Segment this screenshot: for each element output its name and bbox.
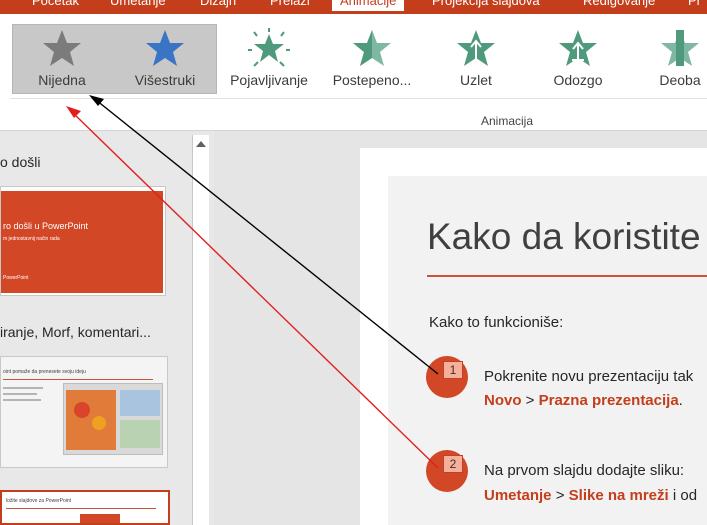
star-fade-icon — [353, 30, 391, 66]
star-multiple-icon — [146, 30, 184, 66]
star-appear-icon — [248, 28, 290, 67]
tab-design[interactable]: Dizajn — [200, 0, 236, 11]
slide-intro-text[interactable]: Kako to funkcioniše: — [429, 314, 563, 331]
slide-thumbnail-1-banner: ro došli u PowerPoint m jednostavnij nač… — [1, 191, 163, 293]
tab-insert[interactable]: Umetanje — [110, 0, 166, 11]
animation-fade-button[interactable]: Postepeno... — [323, 24, 421, 94]
ribbon-panel: Nijedna Višestruki Pojavljivanje Postepe… — [0, 14, 707, 131]
step-2-path[interactable]: Umetanje > Slike na mreži i od — [484, 487, 697, 504]
slide-thumbnail-2-photo-detail — [92, 416, 106, 430]
animation-float-in-label: Odozgo — [553, 72, 603, 88]
slide-thumbnail-2-text-line — [3, 399, 41, 401]
animation-fly-in-label: Uzlet — [460, 72, 492, 88]
slide-heading-rule — [427, 275, 707, 277]
slide-thumbnail-2-text-line — [3, 387, 43, 389]
animation-multiple-label: Višestruki — [134, 72, 196, 88]
tab-view[interactable]: Pr — [688, 0, 701, 11]
slide-thumbnail-1-footer: PowerPoint — [3, 275, 29, 281]
step-1-separator: > — [521, 392, 539, 409]
animation-multiple-button[interactable]: Višestruki — [115, 24, 215, 94]
step-2-separator: > — [551, 487, 569, 504]
slide-thumbnail-1-title: ro došli u PowerPoint — [3, 221, 89, 231]
animation-appear-button[interactable]: Pojavljivanje — [217, 24, 321, 94]
scroll-up-arrow-icon[interactable] — [196, 141, 206, 147]
tab-transitions[interactable]: Prelazi — [270, 0, 310, 11]
slide-thumbnail-3-rule — [6, 508, 156, 509]
tab-review[interactable]: Redigovanje — [583, 0, 655, 11]
animation-gallery: Nijedna Višestruki Pojavljivanje Postepe… — [10, 24, 707, 96]
step-2-link-insert[interactable]: Umetanje — [484, 487, 552, 504]
step-2-text[interactable]: Na prvom slajdu dodajte sliku: — [484, 462, 684, 479]
star-split-icon — [661, 30, 699, 66]
section-title-features[interactable]: iranje, Morf, komentari... — [0, 324, 151, 340]
slide-thumbnail-2-title: oint pomaže da prenesete svoju ideju — [3, 369, 86, 375]
step-1-text[interactable]: Pokrenite novu prezentaciju tak — [484, 368, 693, 385]
slide-thumbnail-3-title: ložite slajdove za PowerPoint — [6, 498, 72, 504]
gallery-divider — [10, 98, 707, 99]
slide-thumbnail-3[interactable]: ložite slajdove za PowerPoint — [0, 490, 170, 525]
slide-thumbnail-1[interactable]: ro došli u PowerPoint m jednostavnij nač… — [0, 186, 166, 296]
slide-thumbnail-2-rule — [3, 379, 153, 380]
animation-split-button[interactable]: Deoba — [634, 24, 707, 94]
tab-slide-show[interactable]: Projekcija slajdova — [432, 0, 540, 11]
step-1-link-new[interactable]: Novo — [484, 392, 522, 409]
slide-thumbnail-2[interactable]: oint pomaže da prenesete svoju ideju — [0, 356, 168, 468]
slide-thumbnail-2-screenshot — [63, 383, 163, 455]
slide-thumbnail-2-photo-detail — [74, 402, 90, 418]
tab-home[interactable]: Početak — [32, 0, 79, 11]
animation-none-button[interactable]: Nijedna — [12, 24, 112, 94]
step-1-end: . — [678, 392, 683, 409]
ribbon-tab-strip: Početak Umetanje Dizajn Prelazi Animacij… — [0, 0, 707, 14]
slide-thumbnail-2-panel — [120, 420, 160, 448]
tab-animations[interactable]: Animacije — [332, 0, 405, 11]
slide-thumbnail-1-subtitle: m jednostavnij način rada — [3, 236, 60, 242]
step-1-badge: 1 — [443, 361, 463, 379]
step-2-link-online-pictures[interactable]: Slike na mreži — [569, 487, 669, 504]
section-title-welcome[interactable]: o došli — [0, 154, 40, 170]
animation-none-label: Nijedna — [38, 72, 86, 88]
star-none-icon — [43, 30, 81, 66]
slide-heading[interactable]: Kako da koristite o — [427, 216, 707, 258]
animation-float-in-button[interactable]: Odozgo — [530, 24, 626, 94]
step-1-link-blank-presentation[interactable]: Prazna prezentacija — [539, 392, 679, 409]
slides-pane-scrollbar[interactable] — [192, 135, 209, 525]
step-1-path[interactable]: Novo > Prazna prezentacija. — [484, 392, 683, 409]
slide-thumbnail-2-text-line — [3, 393, 37, 395]
step-2-end: i od — [668, 487, 698, 504]
star-float-in-icon — [559, 30, 597, 66]
animation-fly-in-button[interactable]: Uzlet — [428, 24, 524, 94]
star-fly-in-icon — [457, 30, 495, 66]
animation-appear-label: Pojavljivanje — [230, 72, 308, 88]
step-2-badge: 2 — [443, 455, 463, 473]
slide-thumbnail-2-photo — [66, 390, 116, 450]
slide-thumbnail-3-photo — [80, 514, 120, 523]
animation-group-label: Animacija — [481, 114, 534, 128]
animation-split-label: Deoba — [659, 72, 701, 88]
animation-fade-label: Postepeno... — [332, 72, 412, 88]
slide-thumbnail-2-panel — [120, 390, 160, 416]
